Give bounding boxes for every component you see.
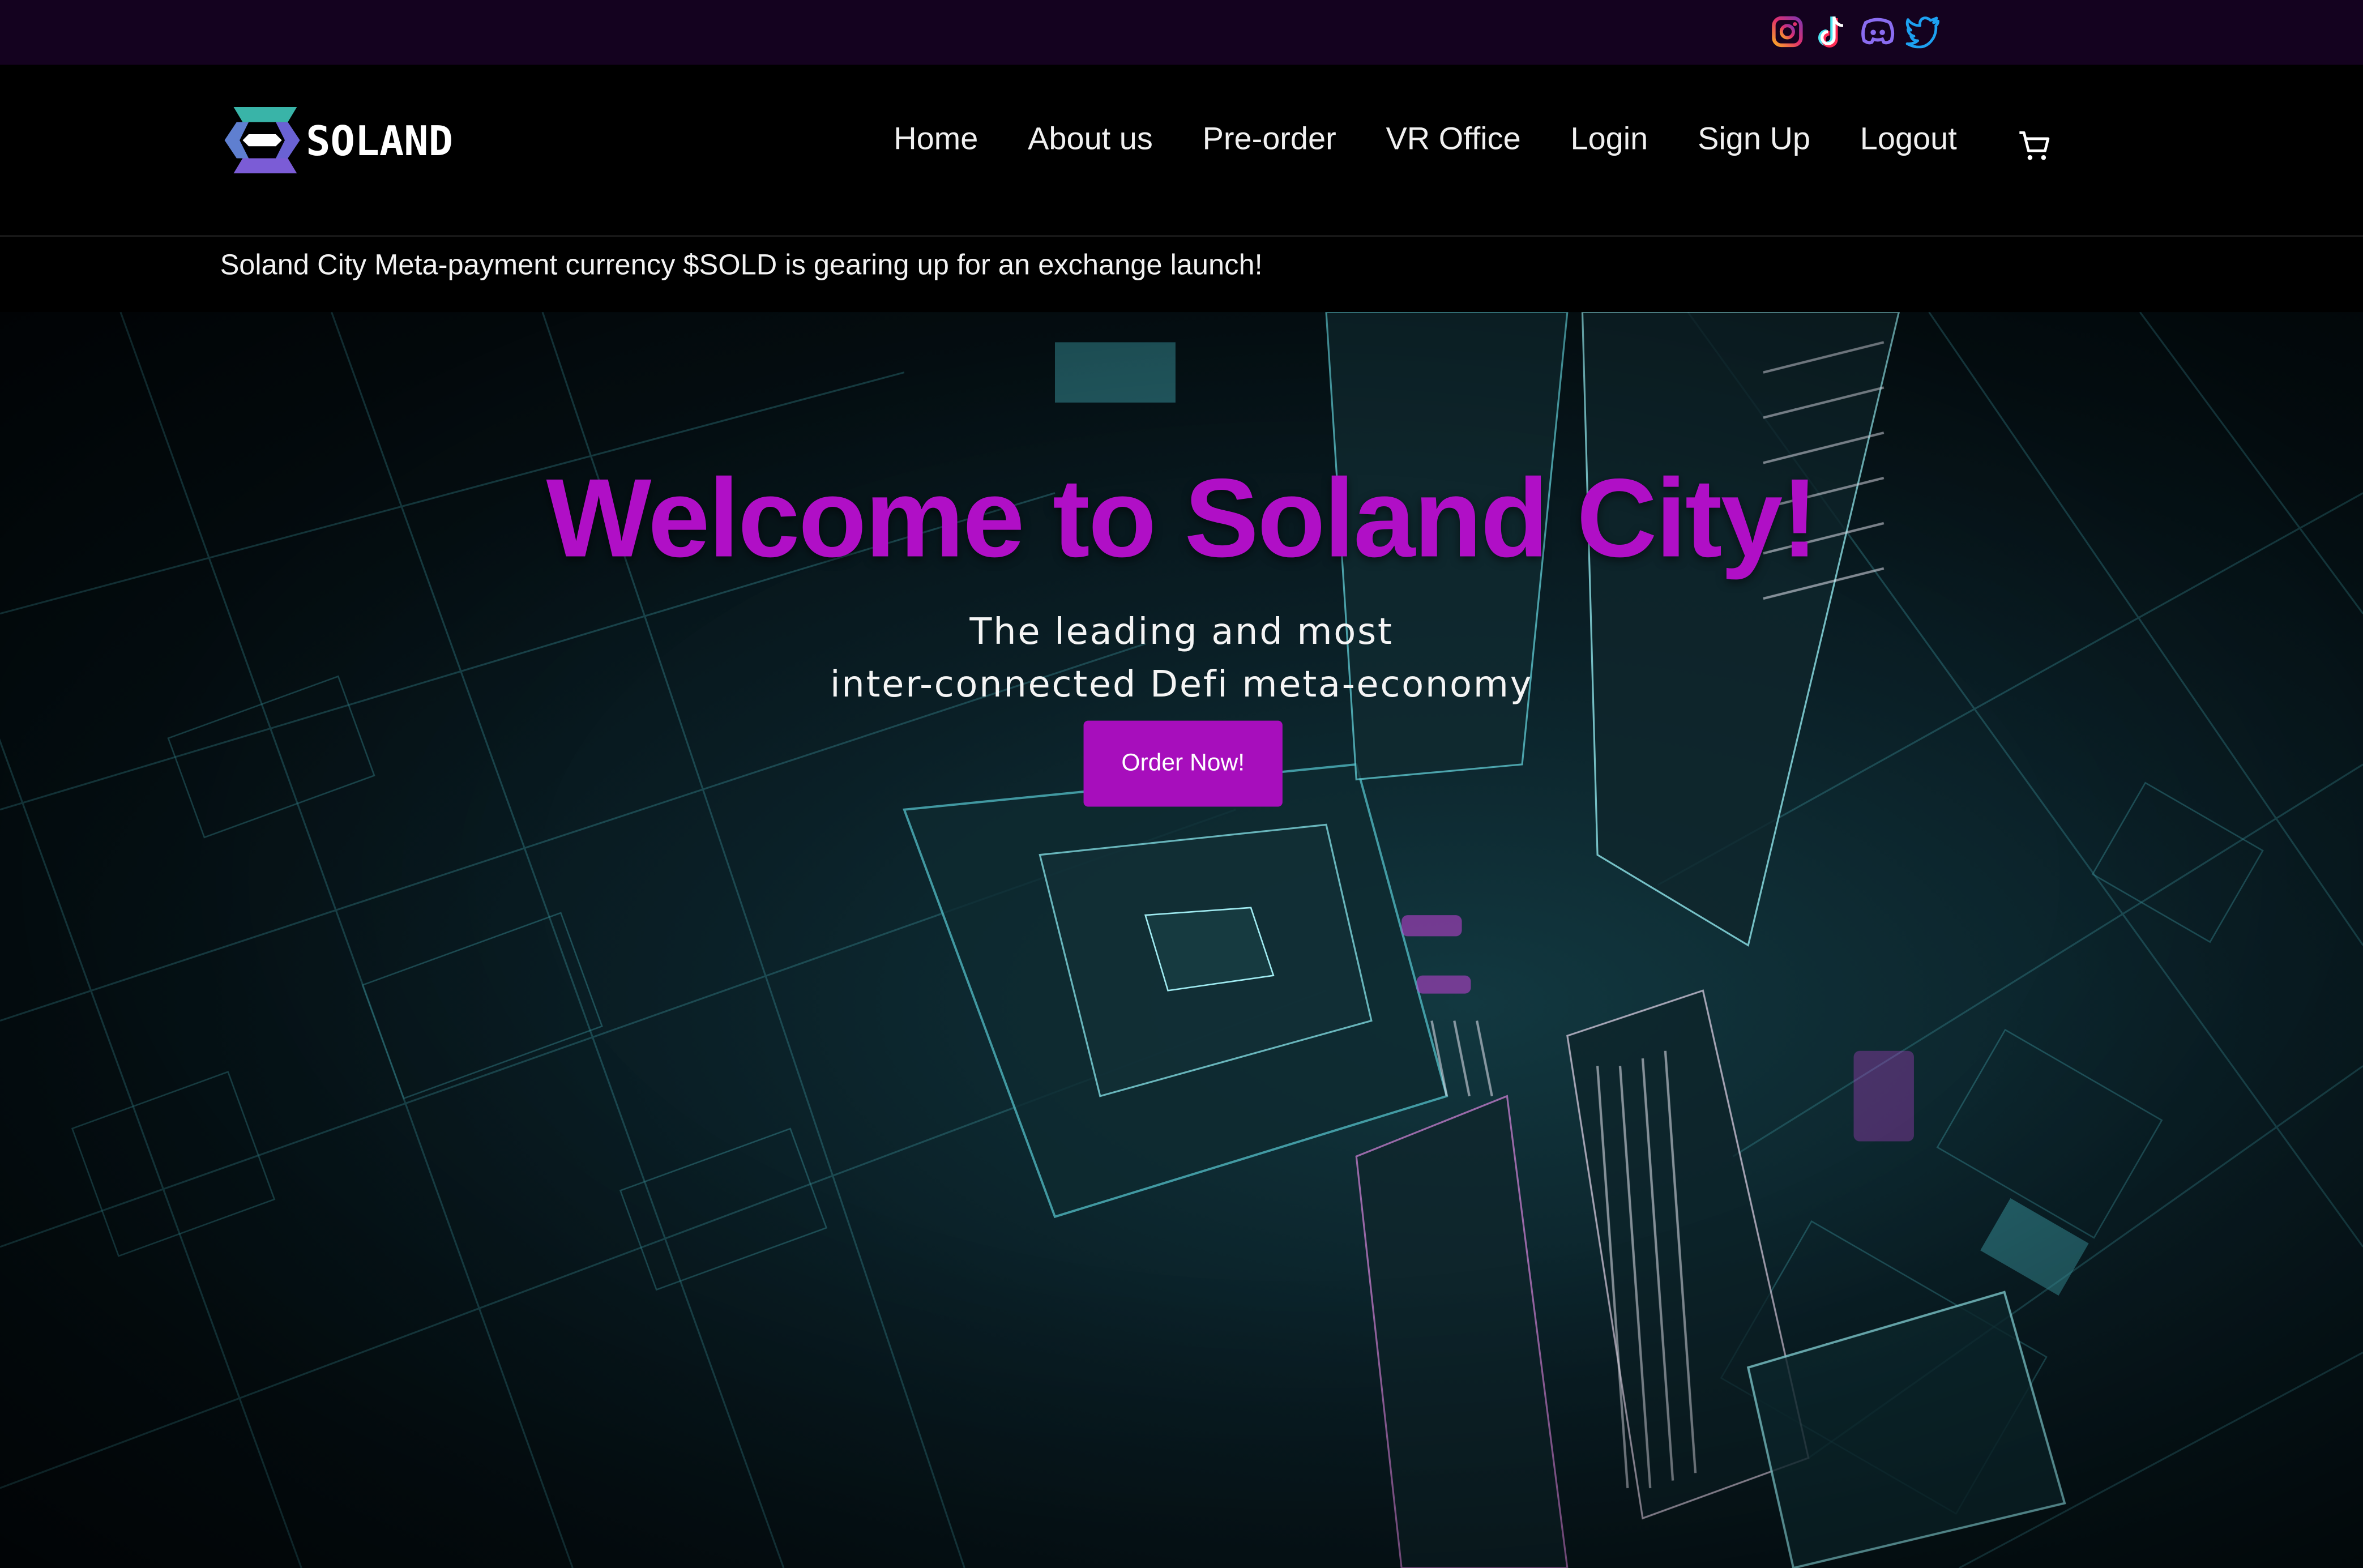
soland-logo-icon [224,107,300,174]
hero-subtitle-line-1: The leading and most [969,610,1394,653]
nav-item-logout[interactable]: Logout [1860,122,1957,159]
nav-item-sign-up[interactable]: Sign Up [1698,122,1810,159]
page: SOLAND Home About us Pre-order VR Office… [0,0,2363,1568]
cart-icon[interactable] [2016,128,2053,164]
hero-section: Welcome to Soland City! The leading and … [0,312,2363,1568]
hero-title: Welcome to Soland City! [546,455,1819,581]
nav-item-home[interactable]: Home [894,122,978,159]
brand-logo[interactable]: SOLAND [221,104,453,177]
twitter-icon[interactable] [1903,11,1942,53]
instagram-icon[interactable] [1768,11,1807,53]
order-now-button[interactable]: Order Now! [1083,720,1283,807]
hero-subtitle: The leading and most inter-connected Def… [0,606,2363,711]
main-navbar: SOLAND Home About us Pre-order VR Office… [0,65,2363,237]
social-bar [0,0,2363,65]
social-links [1768,11,1943,53]
announcement-ticker: Soland City Meta-payment currency $SOLD … [0,237,2363,313]
nav-item-vr-office[interactable]: VR Office [1386,122,1521,159]
nav-item-login[interactable]: Login [1571,122,1648,159]
nav-item-pre-order[interactable]: Pre-order [1203,122,1336,159]
tiktok-icon[interactable] [1813,11,1852,53]
brand-name: SOLAND [306,118,453,165]
announcement-text: Soland City Meta-payment currency $SOLD … [220,250,1263,282]
hero-subtitle-line-2: inter-connected Defi meta-economy [830,663,1533,706]
discord-icon[interactable] [1858,11,1898,53]
main-nav: Home About us Pre-order VR Office Login … [894,122,2006,159]
nav-item-about-us[interactable]: About us [1028,122,1153,159]
